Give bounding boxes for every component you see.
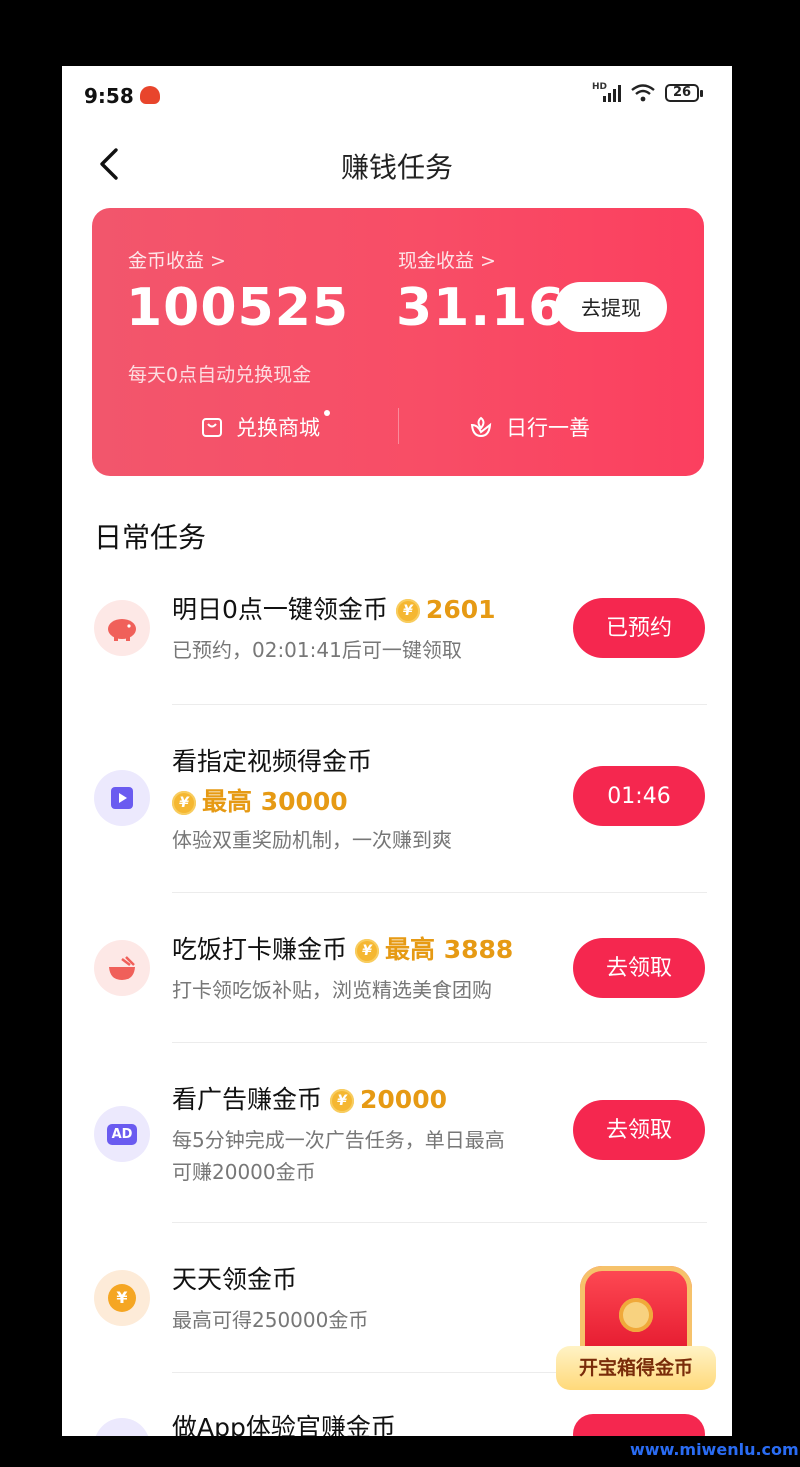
task-desc-line2: 可赚20000金币 bbox=[172, 1160, 316, 1184]
mall-label: 兑换商城 bbox=[236, 410, 330, 442]
task-name: 天天领金币 bbox=[172, 1265, 298, 1294]
signal-icon bbox=[603, 85, 621, 102]
page-title: 赚钱任务 bbox=[340, 151, 453, 184]
task-button[interactable] bbox=[573, 1414, 705, 1436]
divider bbox=[398, 408, 399, 444]
new-dot-icon bbox=[324, 410, 330, 416]
treasure-chest-widget[interactable]: 开宝箱得金币 bbox=[556, 1262, 716, 1402]
flower-icon bbox=[470, 416, 492, 438]
treasure-chest-label: 开宝箱得金币 bbox=[556, 1346, 716, 1390]
status-time: 9:58 bbox=[84, 84, 134, 108]
earnings-card: 金币收益 > 100525 现金收益 > 31.16 去提现 每天0点自动兑换现… bbox=[92, 208, 704, 476]
task-reward: 2601 bbox=[425, 595, 496, 624]
task-desc: 最高可得250000金币 bbox=[172, 1308, 369, 1332]
task-desc-line1: 每5分钟完成一次广告任务，单日最高 bbox=[172, 1128, 505, 1152]
wifi-icon bbox=[631, 84, 655, 102]
yen-coin-icon: ¥ bbox=[94, 1270, 150, 1326]
status-bar: 9:58 HD 26 bbox=[62, 66, 732, 126]
task-reward: 最高 3888 bbox=[385, 935, 514, 964]
watermark: www.miwenlu.com bbox=[630, 1440, 799, 1459]
claim-button[interactable]: 去领取 bbox=[573, 938, 705, 998]
coin-earnings-link[interactable]: 金币收益 > bbox=[128, 246, 226, 273]
claim-button[interactable]: 去领取 bbox=[573, 1100, 705, 1160]
exchange-note: 每天0点自动兑换现金 bbox=[128, 364, 312, 386]
battery-icon: 26 bbox=[665, 84, 703, 102]
task-name: 看广告赚金币 ¥20000 bbox=[172, 1085, 447, 1114]
cash-earnings-value: 31.16 bbox=[396, 278, 566, 338]
task-reward: 20000 bbox=[360, 1085, 447, 1114]
coin-earnings-value: 100525 bbox=[126, 278, 350, 338]
task-name: 看指定视频得金币 bbox=[172, 747, 373, 776]
app-icon bbox=[94, 1418, 150, 1436]
bowl-icon bbox=[94, 940, 150, 996]
video-icon bbox=[94, 770, 150, 826]
divider bbox=[172, 1222, 707, 1223]
task-name: 明日0点一键领金币 ¥2601 bbox=[172, 595, 496, 624]
divider bbox=[172, 1042, 707, 1043]
countdown-button[interactable]: 01:46 bbox=[573, 766, 705, 826]
task-desc: 体验双重奖励机制，一次赚到爽 bbox=[172, 828, 452, 852]
chest-lock-icon bbox=[619, 1298, 653, 1332]
withdraw-button[interactable]: 去提现 bbox=[555, 282, 667, 332]
nav-bar: 赚钱任务 bbox=[62, 132, 732, 196]
ad-icon: AD bbox=[94, 1106, 150, 1162]
section-title: 日常任务 bbox=[94, 521, 207, 554]
app-notification-icon bbox=[140, 86, 160, 104]
task-name: 做App体验官赚金币 bbox=[172, 1413, 396, 1436]
reserved-button[interactable]: 已预约 bbox=[573, 598, 705, 658]
coin-icon: ¥ bbox=[330, 1089, 355, 1113]
task-reward: 最高 30000 bbox=[202, 787, 348, 816]
piggy-bank-icon bbox=[94, 600, 150, 656]
task-reward-line: ¥ 最高 30000 bbox=[172, 782, 348, 818]
divider bbox=[172, 892, 707, 893]
charity-link[interactable]: 日行一善 bbox=[468, 412, 590, 442]
coin-icon: ¥ bbox=[355, 939, 380, 963]
phone-screen: 9:58 HD 26 赚钱任务 金币收益 > 100525 现金收益 > 31.… bbox=[62, 66, 732, 1436]
divider bbox=[172, 704, 707, 705]
task-name: 吃饭打卡赚金币 ¥ 最高 3888 bbox=[172, 935, 514, 964]
shopping-bag-icon bbox=[202, 418, 222, 437]
task-desc: 打卡领吃饭补贴，浏览精选美食团购 bbox=[172, 978, 492, 1002]
coin-icon: ¥ bbox=[172, 791, 196, 815]
task-desc: 已预约，02:01:41后可一键领取 bbox=[172, 638, 462, 662]
cash-earnings-link[interactable]: 现金收益 > bbox=[398, 246, 496, 273]
charity-label: 日行一善 bbox=[506, 416, 590, 440]
mall-link[interactable]: 兑换商城 bbox=[200, 410, 330, 442]
coin-icon: ¥ bbox=[395, 599, 420, 623]
